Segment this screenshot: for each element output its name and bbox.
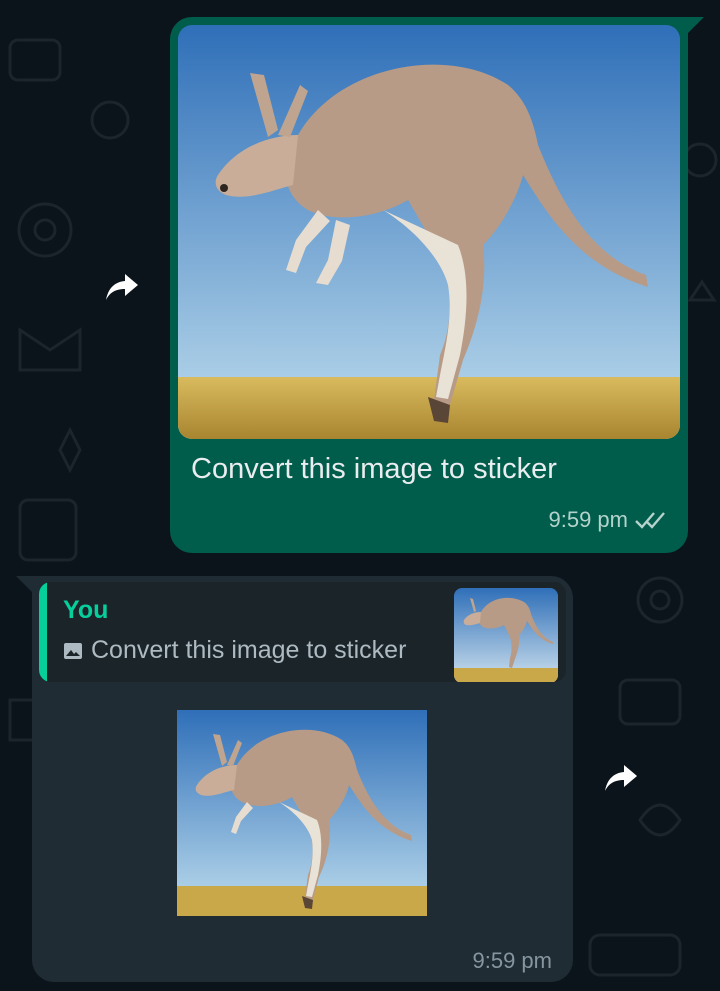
forward-button[interactable] (102, 267, 142, 307)
image-icon (64, 642, 82, 659)
message-meta: 9:59 pm (549, 507, 669, 533)
message-caption: Convert this image to sticker (191, 453, 557, 485)
quoted-message: Convert this image to sticker (63, 636, 406, 665)
bubble-tail (688, 17, 704, 33)
quoted-reply[interactable]: You Convert this image to sticker (39, 582, 566, 682)
forward-button[interactable] (601, 758, 641, 798)
kangaroo-sticker[interactable] (177, 710, 427, 916)
kangaroo-image (178, 25, 680, 439)
kangaroo-photo[interactable] (178, 25, 680, 439)
forward-icon (605, 765, 637, 791)
incoming-message-bubble[interactable]: You Convert this image to sticker 9:59 p… (16, 576, 573, 982)
quoted-author: You (63, 596, 109, 624)
outgoing-message-bubble[interactable]: Convert this image to sticker 9:59 pm (170, 17, 704, 553)
forward-icon (106, 274, 138, 300)
message-time: 9:59 pm (472, 948, 553, 973)
quote-accent-bar (39, 582, 47, 682)
quoted-message-text: Convert this image to sticker (91, 636, 407, 664)
quoted-image-thumbnail (454, 588, 558, 682)
bubble-tail (16, 576, 32, 592)
double-check-icon (635, 512, 665, 529)
message-time: 9:59 pm (548, 507, 629, 532)
